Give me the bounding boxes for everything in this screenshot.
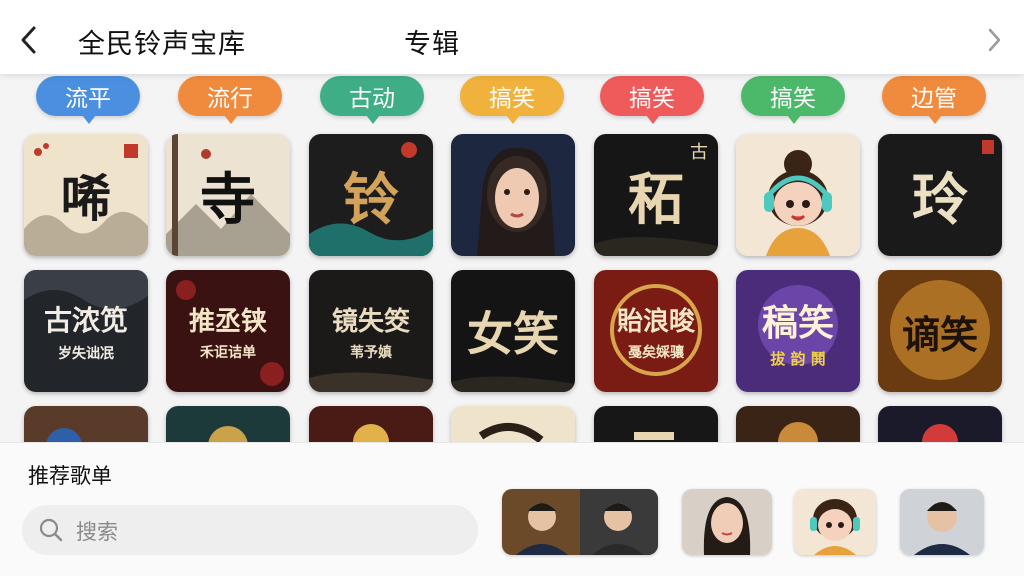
album-card[interactable]: 女笑	[451, 270, 575, 392]
playlist-cover-avatar[interactable]	[682, 489, 772, 555]
playlist-cover-avatar[interactable]	[794, 489, 876, 555]
tag-gaoxiao-1[interactable]: 搞笑	[460, 76, 564, 124]
album-title: 唏	[61, 169, 111, 228]
app-root: 全民铃声宝库 专辑 流平 流行 古动 搞笑 搞笑 搞笑 边管 唏 寺 铃 䄷 古…	[0, 0, 1024, 576]
album-title: 玲	[912, 166, 968, 233]
album-card[interactable]	[24, 406, 148, 442]
album-title: 女笑	[467, 307, 559, 361]
album-subtitle: 岁失诎冺	[58, 346, 114, 362]
album-card[interactable]: 䄷 古	[594, 134, 718, 256]
album-subtitle: 禾讵诘单	[200, 344, 256, 361]
album-card[interactable]	[878, 406, 1002, 442]
album-subtitle: 戞矣婇骧	[628, 344, 684, 361]
album-card[interactable]	[451, 134, 575, 256]
album-card[interactable]	[166, 406, 290, 442]
search-placeholder: 搜索	[76, 520, 118, 544]
category-tags: 流平 流行 古动 搞笑 搞笑 搞笑 边管	[0, 74, 1024, 130]
album-title: 镜失筊 苇予嫃	[309, 270, 433, 392]
album-card[interactable]: 唏	[24, 134, 148, 256]
back-arrow-icon[interactable]	[14, 22, 44, 58]
album-title-main: 貽浪晙	[616, 306, 695, 337]
album-grid: 唏 寺 铃 䄷 古 玲 古浓笕 岁失诎冺 推丞铗 禾讵诘单 镜失筊 苇予嫃 女笑…	[0, 130, 1024, 442]
album-title	[451, 134, 575, 256]
album-card[interactable]	[309, 406, 433, 442]
album-title: 古浓笕 岁失诎冺	[24, 270, 148, 392]
tag-bianguan[interactable]: 边管	[882, 76, 986, 124]
tag-liuping[interactable]: 流平	[36, 76, 140, 124]
album-card[interactable]: 玲	[878, 134, 1002, 256]
album-card[interactable]: 寺	[166, 134, 290, 256]
album-title: 稿笑 拔 韵 鬨	[736, 270, 860, 392]
album-title-main: 镜失筊	[331, 306, 410, 337]
album-title: 铃	[343, 166, 399, 233]
top-bar: 全民铃声宝库 专辑	[0, 0, 1024, 74]
recommend-panel: 推荐歌单 搜索	[0, 442, 1024, 576]
app-title: 全民铃声宝库	[78, 29, 246, 60]
tag-gaoxiao-3[interactable]: 搞笑	[741, 76, 845, 124]
album-title: 寺	[200, 166, 256, 233]
playlist-cover-avatar[interactable]	[502, 489, 658, 555]
album-title-main: 古浓笕	[43, 304, 128, 337]
album-subtitle: 拔 韵 鬨	[770, 349, 826, 368]
chevron-right-icon[interactable]	[982, 25, 1006, 55]
album-title: 貽浪晙 戞矣婇骧	[594, 270, 718, 392]
album-title-main: 推丞铗	[188, 306, 267, 337]
album-subtitle: 苇予嫃	[350, 344, 392, 361]
album-card[interactable]: 铃	[309, 134, 433, 256]
album-card[interactable]: 稿笑 拔 韵 鬨	[736, 270, 860, 392]
playlist-cover-avatar[interactable]	[900, 489, 984, 555]
album-card[interactable]: 谪笑	[878, 270, 1002, 392]
album-card[interactable]	[736, 406, 860, 442]
recommend-title: 推荐歌单	[28, 464, 112, 488]
tag-gudong[interactable]: 古动	[320, 76, 424, 124]
section-title: 专辑	[404, 29, 460, 60]
album-title: 推丞铗 禾讵诘单	[166, 270, 290, 392]
search-icon	[39, 518, 63, 542]
tag-gaoxiao-2[interactable]: 搞笑	[600, 76, 704, 124]
album-card[interactable]: 镜失筊 苇予嫃	[309, 270, 433, 392]
album-title: 谪笑	[901, 311, 978, 357]
album-card[interactable]	[594, 406, 718, 442]
album-title-main: 稿笑	[761, 301, 834, 344]
album-card[interactable]: 推丞铗 禾讵诘单	[166, 270, 290, 392]
album-card[interactable]: 貽浪晙 戞矣婇骧	[594, 270, 718, 392]
album-card[interactable]	[451, 406, 575, 442]
album-card[interactable]: 古浓笕 岁失诎冺	[24, 270, 148, 392]
album-card[interactable]	[736, 134, 860, 256]
album-title	[736, 134, 860, 256]
search-input[interactable]: 搜索	[22, 505, 478, 555]
album-badge: 古	[690, 142, 708, 163]
tag-liuxing[interactable]: 流行	[178, 76, 282, 124]
